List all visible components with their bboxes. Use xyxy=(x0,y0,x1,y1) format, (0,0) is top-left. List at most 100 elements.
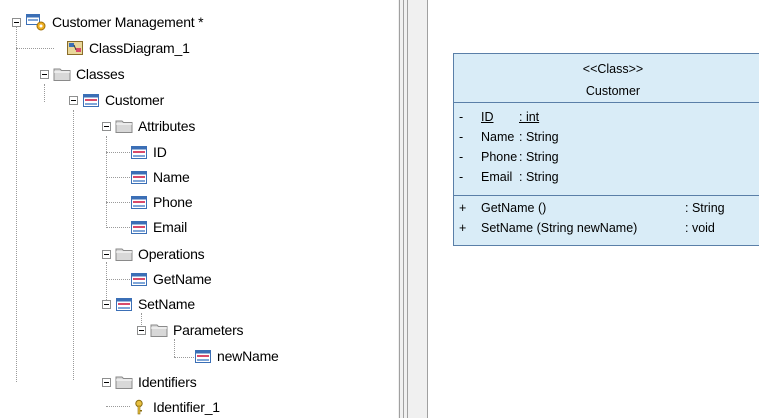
attribute-icon xyxy=(130,219,148,235)
tree-node-label: ID xyxy=(153,144,167,160)
tree-node-label: Name xyxy=(153,169,190,185)
tree-connector xyxy=(106,177,130,178)
tree-connector xyxy=(16,22,17,382)
tree-node-classes[interactable]: Classes xyxy=(40,62,125,86)
panel-splitter[interactable] xyxy=(398,0,428,418)
tree-node-identifiers[interactable]: Identifiers xyxy=(102,370,197,394)
visibility-marker: - xyxy=(459,170,464,184)
attribute-row[interactable]: - ID : int xyxy=(459,107,539,127)
visibility-marker: + xyxy=(459,221,467,235)
collapse-toggle[interactable] xyxy=(102,299,111,309)
collapse-toggle[interactable] xyxy=(102,377,111,387)
class-header: <<Class>> Customer xyxy=(454,54,759,103)
tree-connector xyxy=(106,406,130,407)
model-icon xyxy=(25,13,47,31)
tree-node-identifier[interactable]: Identifier_1 xyxy=(130,395,220,418)
tree-connector xyxy=(106,279,130,280)
class-operations: + GetName () : String + SetName (String … xyxy=(454,196,759,246)
splitter-line xyxy=(407,0,408,418)
class-stereotype: <<Class>> xyxy=(582,62,644,76)
tree-node-label: Customer Management * xyxy=(52,14,204,30)
attribute-name: Name xyxy=(481,130,515,144)
collapse-toggle[interactable] xyxy=(40,69,49,79)
tree-node-operation[interactable]: SetName xyxy=(102,292,195,316)
operation-row[interactable]: + SetName (String newName) : void xyxy=(459,218,715,238)
tree-node-operation[interactable]: GetName xyxy=(130,267,212,291)
collapse-toggle[interactable] xyxy=(102,249,111,259)
operation-icon xyxy=(130,271,148,287)
tree-connector xyxy=(106,227,130,228)
attribute-name: ID xyxy=(481,110,494,124)
splitter-line xyxy=(403,0,404,418)
tree-node-parameter[interactable]: newName xyxy=(194,344,279,368)
tree-node-label: GetName xyxy=(153,271,212,287)
parameter-icon xyxy=(194,348,212,364)
class-attributes: - ID : int - Name : String - Phone : Str… xyxy=(454,103,759,196)
attribute-type: : int xyxy=(519,110,540,124)
key-icon xyxy=(130,399,148,415)
tree-node-label: newName xyxy=(217,348,279,364)
tree-node-label: Operations xyxy=(138,246,205,262)
browser-tree: Customer Management * ClassDiagram_1 Cla… xyxy=(0,0,398,418)
tree-node-customer[interactable]: Customer xyxy=(69,88,164,112)
folder-icon xyxy=(115,246,133,262)
tree-node-label: Identifier_1 xyxy=(153,399,220,415)
attribute-row[interactable]: - Name : String xyxy=(459,127,559,147)
tree-node-label: Attributes xyxy=(138,118,196,134)
visibility-marker: - xyxy=(459,110,464,124)
tree-node-attribute[interactable]: Name xyxy=(130,165,190,189)
collapse-toggle[interactable] xyxy=(137,325,146,335)
class-name: Customer xyxy=(585,84,641,98)
tree-node-label: Email xyxy=(153,219,188,235)
visibility-marker: + xyxy=(459,201,467,215)
folder-icon xyxy=(115,374,133,390)
collapse-toggle[interactable] xyxy=(69,95,78,105)
class-diagram-icon xyxy=(66,40,84,56)
operation-icon xyxy=(115,296,133,312)
tree-node-label: ClassDiagram_1 xyxy=(89,40,190,56)
operation-return-type: : String xyxy=(685,201,725,215)
tree-node-attribute[interactable]: Email xyxy=(130,215,187,239)
diagram-canvas[interactable]: <<Class>> Customer - ID : int - Name : S… xyxy=(428,0,759,418)
class-icon xyxy=(82,92,100,108)
operation-row[interactable]: + GetName () : String xyxy=(459,198,725,218)
tree-node-label: Phone xyxy=(153,194,193,210)
folder-icon xyxy=(150,322,168,338)
attribute-icon xyxy=(130,144,148,160)
tree-connector xyxy=(73,110,74,380)
attribute-type: : String xyxy=(519,150,559,164)
collapse-toggle[interactable] xyxy=(12,17,21,27)
tree-node-label: SetName xyxy=(138,296,195,312)
attribute-icon xyxy=(130,194,148,210)
tree-node-attributes[interactable]: Attributes xyxy=(102,114,195,138)
tree-connector xyxy=(106,152,130,153)
uml-class-box[interactable]: <<Class>> Customer - ID : int - Name : S… xyxy=(453,53,759,246)
tree-node-root[interactable]: Customer Management * xyxy=(12,10,204,34)
tree-node-label: Classes xyxy=(76,66,125,82)
tree-node-label: Identifiers xyxy=(138,374,197,390)
attribute-type: : String xyxy=(519,170,559,184)
attribute-icon xyxy=(130,169,148,185)
visibility-marker: - xyxy=(459,130,464,144)
tree-connector xyxy=(16,48,54,49)
collapse-toggle[interactable] xyxy=(102,121,111,131)
attribute-row[interactable]: - Email : String xyxy=(459,167,559,187)
tree-connector xyxy=(44,84,45,102)
visibility-marker: - xyxy=(459,150,464,164)
tree-node-attribute[interactable]: Phone xyxy=(130,190,193,214)
splitter-line xyxy=(399,0,400,418)
attribute-row[interactable]: - Phone : String xyxy=(459,147,559,167)
tree-connector xyxy=(106,202,130,203)
operation-signature: SetName (String newName) xyxy=(481,221,638,235)
tree-node-label: Customer xyxy=(105,92,165,108)
folder-icon xyxy=(53,66,71,82)
tree-node-operations[interactable]: Operations xyxy=(102,242,205,266)
tree-node-diagram[interactable]: ClassDiagram_1 xyxy=(66,36,190,60)
operation-signature: GetName () xyxy=(481,201,547,215)
tree-node-attribute[interactable]: ID xyxy=(130,140,167,164)
attribute-type: : String xyxy=(519,130,559,144)
attribute-name: Phone xyxy=(481,150,518,164)
tree-node-label: Parameters xyxy=(173,322,244,338)
tree-node-parameters[interactable]: Parameters xyxy=(137,318,244,342)
tree-connector xyxy=(174,357,194,358)
